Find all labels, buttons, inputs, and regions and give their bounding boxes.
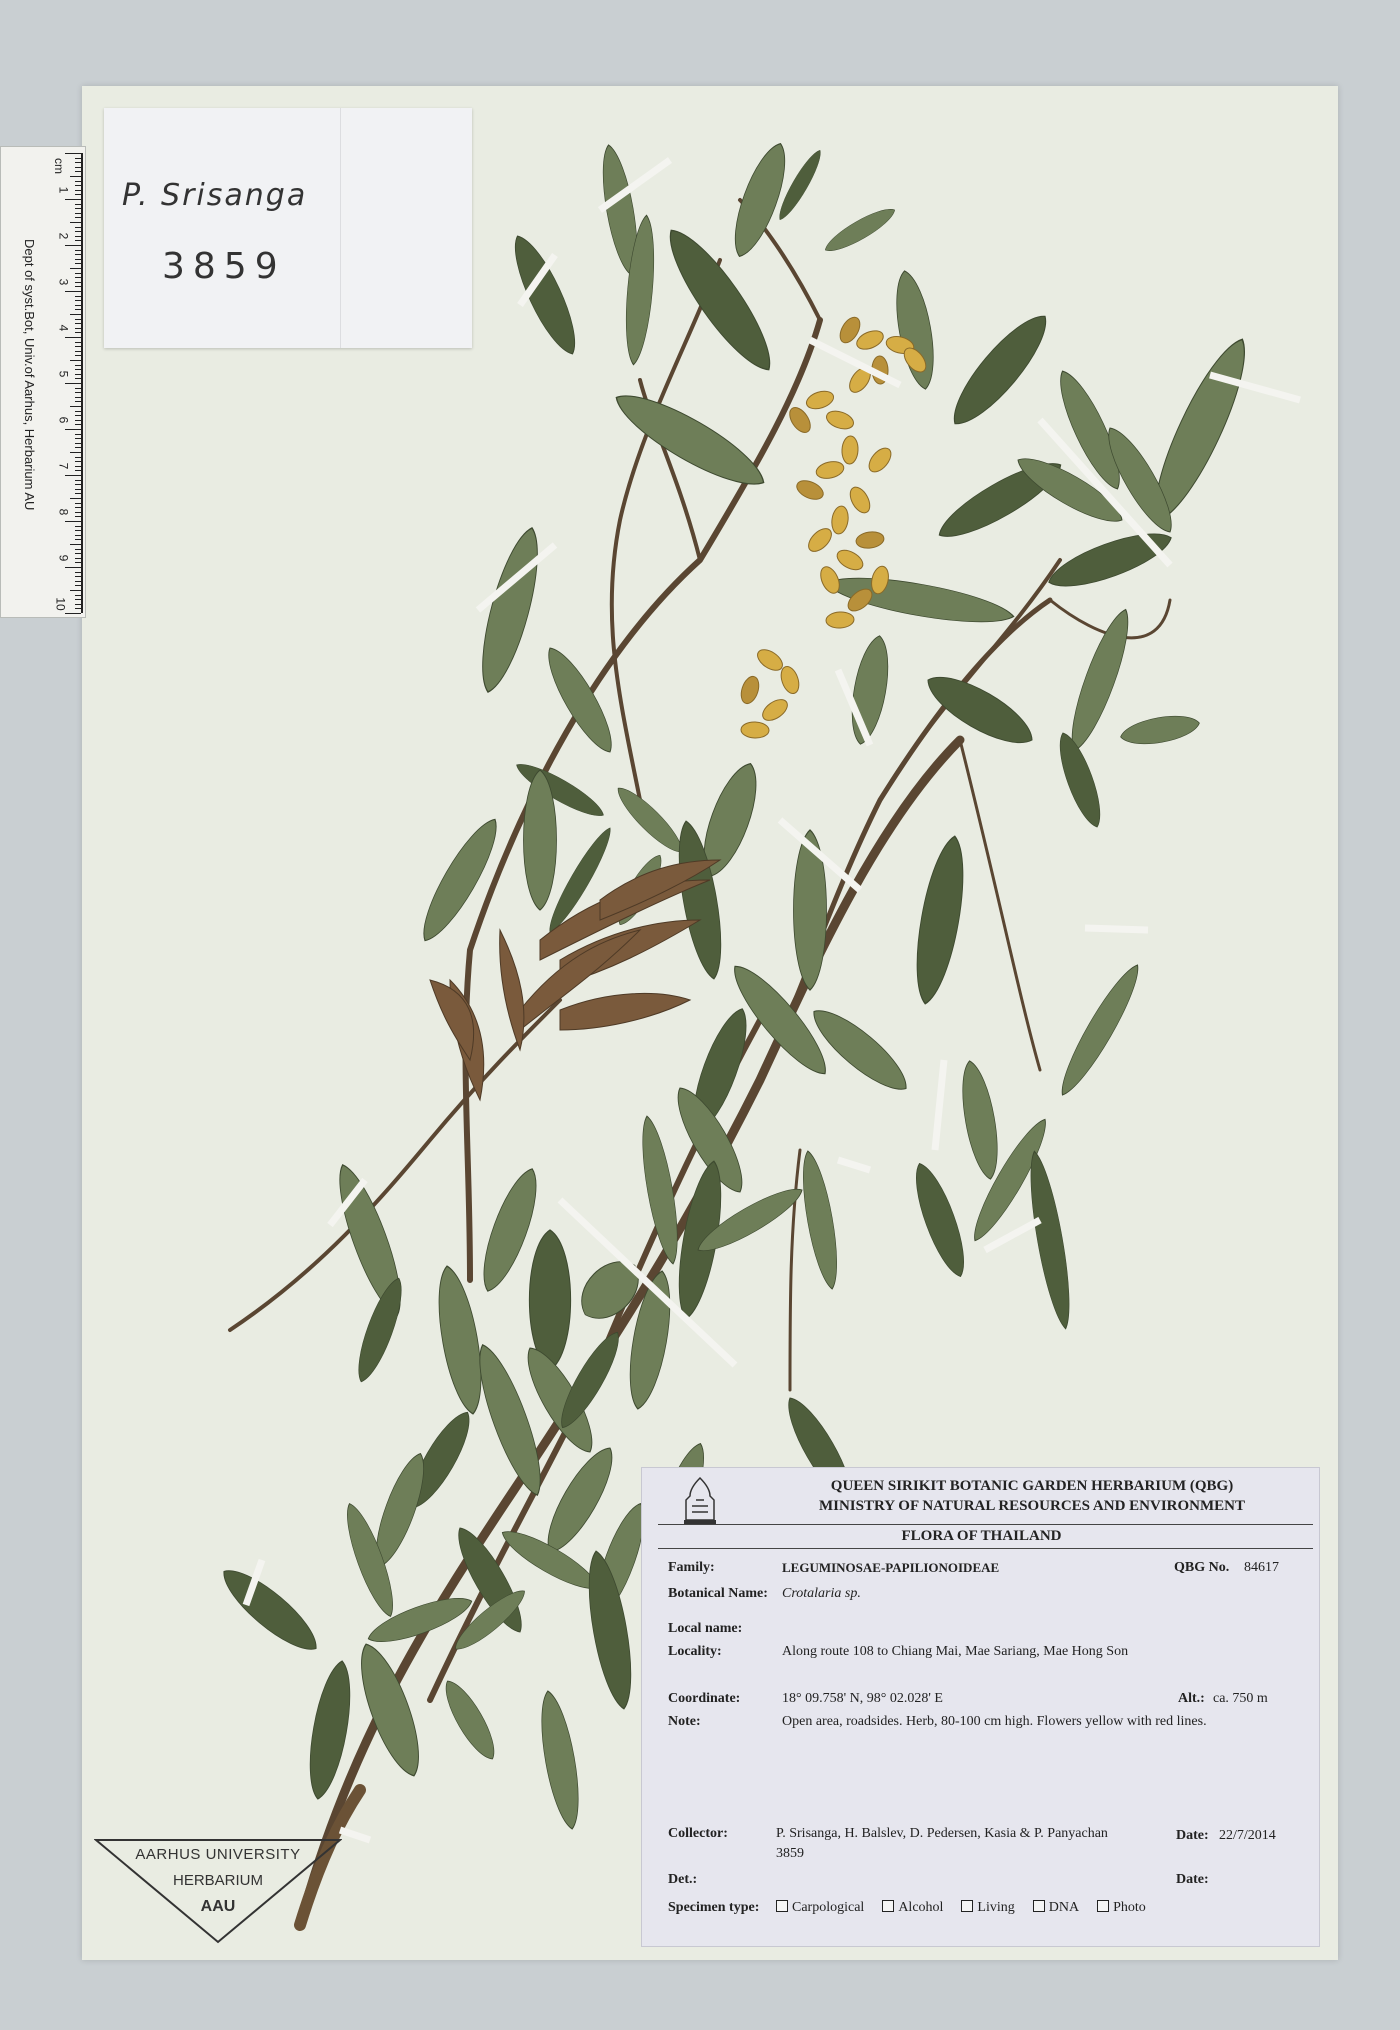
stamp-code: AAU: [200, 1898, 236, 1915]
specimen-option[interactable]: Photo: [1097, 1900, 1146, 1916]
flower: [789, 407, 811, 433]
label-header-herbarium: QUEEN SIRIKIT BOTANIC GARDEN HERBARIUM (…: [830, 1478, 1234, 1494]
coordinate-label: Coordinate:: [668, 1691, 741, 1706]
flower: [825, 611, 855, 629]
flowers: [740, 316, 927, 739]
leaf: [941, 304, 1059, 435]
date-value: 22/7/2014: [1219, 1828, 1276, 1843]
leaf: [1052, 959, 1148, 1101]
flower: [841, 435, 859, 465]
checkbox-icon[interactable]: [882, 1900, 895, 1912]
label-header-ministry: MINISTRY OF NATURAL RESOURCES AND ENVIRO…: [818, 1498, 1246, 1514]
label-divider: [658, 1548, 1313, 1549]
leaf: [889, 268, 941, 392]
family-label: Family:: [668, 1560, 715, 1575]
stamp-university: AARHUS UNIVERSITY: [135, 1846, 301, 1863]
local-name-label: Local name:: [668, 1621, 743, 1636]
leaf: [907, 833, 973, 1007]
stamp-herbarium: HERBARIUM: [172, 1872, 263, 1889]
flower: [826, 410, 854, 430]
altitude-value: ca. 750 m: [1213, 1691, 1268, 1706]
altitude-label: Alt.:: [1178, 1691, 1205, 1706]
leaf: [1118, 711, 1201, 749]
flower: [868, 447, 892, 473]
qbg-value: 84617: [1244, 1560, 1279, 1575]
leaf: [1022, 1149, 1078, 1331]
flower: [740, 721, 770, 739]
specimen-option[interactable]: Alcohol: [882, 1900, 943, 1916]
leaf: [655, 219, 785, 381]
coordinate-value: 18° 09.758' N, 98° 02.028' E: [782, 1691, 943, 1706]
specimen-type-label: Specimen type:: [668, 1900, 760, 1915]
qbg-label: QBG No.: [1174, 1560, 1230, 1575]
label-divider: [658, 1524, 1313, 1525]
flower: [740, 675, 760, 705]
flower: [808, 528, 832, 552]
leaf: [430, 1263, 490, 1417]
leaf: [503, 229, 586, 360]
collector-label: Collector:: [668, 1826, 728, 1841]
leaf: [955, 1058, 1004, 1181]
locality-label: Locality:: [668, 1644, 722, 1659]
checkbox-icon[interactable]: [776, 1900, 788, 1912]
specimen-option[interactable]: DNA: [1032, 1900, 1079, 1916]
leaf: [845, 633, 895, 747]
flower: [855, 531, 885, 549]
leaf: [611, 781, 689, 859]
leaf: [919, 664, 1041, 756]
flower: [796, 480, 824, 500]
leaf: [213, 1559, 326, 1661]
flower: [762, 699, 788, 721]
herbarium-stamp: AARHUS UNIVERSITY HERBARIUM AAU: [94, 1838, 342, 1944]
leaf: [821, 202, 899, 258]
label-flora-title: FLORA OF THAILAND: [901, 1528, 1062, 1544]
leaf: [537, 641, 622, 759]
specimen-type-options: Carpological Alcohol Living DNA Photo: [776, 1900, 1164, 1916]
specimen-option[interactable]: Carpological: [776, 1900, 864, 1916]
botanical-name-value: Crotalaria sp.: [782, 1586, 861, 1601]
flower: [849, 486, 871, 514]
herbarium-label: QUEEN SIRIKIT BOTANIC GARDEN HERBARIUM (…: [641, 1467, 1320, 1947]
flower: [831, 505, 849, 535]
flower: [815, 461, 845, 479]
qbg-emblem-icon: [684, 1476, 716, 1524]
botanical-name-label: Botanical Name:: [668, 1586, 768, 1601]
leaf: [803, 999, 916, 1101]
date-label: Date:: [1176, 1828, 1209, 1843]
checkbox-icon[interactable]: [1097, 1900, 1110, 1912]
note-value: Open area, roadsides. Herb, 80-100 cm hi…: [782, 1714, 1207, 1729]
checkbox-icon[interactable]: [1032, 1900, 1045, 1912]
collector-value: P. Srisanga, H. Balslev, D. Pedersen, Ka…: [776, 1826, 1108, 1841]
flower: [805, 390, 835, 410]
family-value: LEGUMINOSAE-PAPILIONOIDEAE: [782, 1560, 1000, 1575]
note-label: Note:: [668, 1714, 701, 1729]
collector-number: 3859: [776, 1846, 804, 1861]
leaf: [1043, 522, 1176, 597]
flower: [836, 549, 864, 571]
leaf: [534, 1689, 587, 1832]
flower: [780, 666, 800, 694]
checkbox-icon[interactable]: [961, 1900, 974, 1912]
leaf: [580, 1548, 640, 1711]
leaf: [437, 1675, 503, 1765]
det-date-label: Date:: [1176, 1872, 1209, 1887]
locality-value: Along route 108 to Chiang Mai, Mae Saria…: [782, 1644, 1129, 1659]
leaf: [796, 1149, 845, 1291]
det-label: Det.:: [668, 1872, 698, 1887]
leaf: [906, 1159, 974, 1282]
specimen-option[interactable]: Living: [961, 1900, 1015, 1916]
flower: [757, 649, 783, 671]
